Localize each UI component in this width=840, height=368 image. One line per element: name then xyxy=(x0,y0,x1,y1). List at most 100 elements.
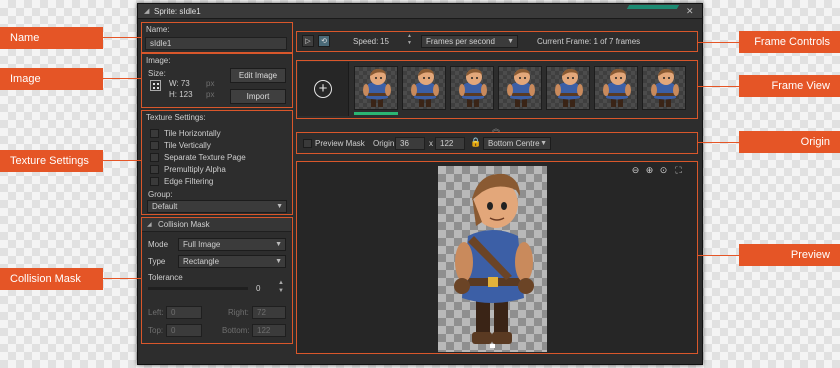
name-section: Name: sIdle1 xyxy=(141,22,293,53)
chevron-down-icon: ▼ xyxy=(507,38,514,45)
close-icon[interactable]: ✕ xyxy=(686,6,694,17)
frame-sprite xyxy=(507,68,535,107)
chevron-down-icon: ▼ xyxy=(276,203,283,210)
premultiply-alpha-checkbox[interactable] xyxy=(150,165,159,174)
type-dropdown[interactable]: Rectangle ▼ xyxy=(178,255,286,268)
origin-preset-dropdown[interactable]: Bottom Centre ▼ xyxy=(483,137,551,150)
tolerance-slider[interactable] xyxy=(148,287,248,290)
frame-thumbnail[interactable] xyxy=(498,66,542,110)
sprite-editor-window: ◢ Sprite: sIdle1 ✕ Name: sIdle1 Image: S… xyxy=(137,3,703,365)
top-input[interactable]: 0 xyxy=(166,324,202,337)
edge-filtering-checkbox[interactable] xyxy=(150,177,159,186)
callout-frame-view: Frame View xyxy=(739,75,840,97)
speed-label: Speed: xyxy=(353,37,379,46)
loop-button[interactable]: ⟲ xyxy=(318,35,330,47)
collision-mask-section: ◢ Collision Mask Mode Full Image ▼ Type … xyxy=(141,217,293,344)
play-icon: ▷ xyxy=(305,38,311,45)
bottom-label: Bottom: xyxy=(222,326,250,335)
origin-separator: x xyxy=(429,139,433,148)
texture-settings-section: Texture Settings: Tile Horizontally Tile… xyxy=(141,110,293,215)
collapse-arrow-icon[interactable]: ◢ xyxy=(147,221,152,228)
frame-sprite xyxy=(555,68,583,107)
chevron-down-icon: ▼ xyxy=(275,241,282,248)
type-label: Type xyxy=(148,257,166,266)
image-section: Image: Size: W: 73 px H: 123 px Edit Ima… xyxy=(141,53,293,108)
frame-sprite xyxy=(459,68,487,107)
character-sprite xyxy=(454,173,534,348)
frame-thumbnail[interactable] xyxy=(354,66,398,110)
image-label: Image: xyxy=(146,56,171,65)
preview-mask-label: Preview Mask xyxy=(315,139,365,148)
premultiply-alpha-label: Premultiply Alpha xyxy=(164,165,226,174)
leader-texture-settings xyxy=(103,160,141,161)
callout-origin: Origin xyxy=(739,131,840,153)
spinner-up-icon[interactable]: ▲ xyxy=(278,280,284,286)
edit-image-button[interactable]: Edit Image xyxy=(230,68,286,83)
collision-mask-title: Collision Mask xyxy=(158,220,210,229)
callout-collision-mask: Collision Mask xyxy=(0,268,103,290)
tile-vertically-label: Tile Vertically xyxy=(164,141,211,150)
zoom-in-icon[interactable]: ⊕ xyxy=(644,165,655,176)
speed-units-dropdown[interactable]: Frames per second ▼ xyxy=(421,35,518,48)
separate-texture-page-checkbox[interactable] xyxy=(150,153,159,162)
bottom-input[interactable]: 122 xyxy=(252,324,286,337)
edge-filtering-label: Edge Filtering xyxy=(164,177,214,186)
callout-name: Name xyxy=(0,27,103,49)
texture-settings-label: Texture Settings: xyxy=(146,113,206,122)
left-input[interactable]: 0 xyxy=(166,306,202,319)
play-button[interactable]: ▷ xyxy=(302,35,314,47)
speed-value[interactable]: 15 xyxy=(380,37,389,46)
frame-thumbnail[interactable] xyxy=(594,66,638,110)
speed-units-value: Frames per second xyxy=(426,37,495,46)
collapse-arrow-icon[interactable]: ◢ xyxy=(144,7,149,15)
right-input[interactable]: 72 xyxy=(252,306,286,319)
title-bar[interactable]: ◢ Sprite: sIdle1 ✕ xyxy=(138,4,702,19)
fit-screen-icon[interactable]: ⛶ xyxy=(673,165,684,176)
mode-dropdown[interactable]: Full Image ▼ xyxy=(178,238,286,251)
tolerance-value: 0 xyxy=(256,284,261,293)
frame-thumbnail[interactable] xyxy=(402,66,446,110)
leader-preview xyxy=(697,255,739,256)
origin-y-input[interactable]: 122 xyxy=(435,137,465,150)
preview-section: ⊖ ⊕ ⊙ ⛶ xyxy=(296,161,698,354)
collision-mask-header[interactable]: ◢ Collision Mask xyxy=(142,218,291,232)
import-button[interactable]: Import xyxy=(230,89,286,104)
group-dropdown[interactable]: Default ▼ xyxy=(147,200,287,213)
resize-grid-icon[interactable] xyxy=(150,80,161,91)
window-title: Sprite: sIdle1 xyxy=(154,7,201,16)
mode-value: Full Image xyxy=(183,240,221,249)
leader-collision-mask xyxy=(103,278,141,279)
group-label: Group: xyxy=(148,190,173,199)
callout-preview: Preview xyxy=(739,244,840,266)
tile-vertically-checkbox[interactable] xyxy=(150,141,159,150)
frame-sprite xyxy=(363,68,391,107)
leader-image xyxy=(103,78,141,79)
frame-thumbnail[interactable] xyxy=(642,66,686,110)
zoom-out-icon[interactable]: ⊖ xyxy=(630,165,641,176)
spinner-down-icon[interactable]: ▼ xyxy=(407,40,412,46)
add-frame-button[interactable]: + xyxy=(298,62,349,116)
tile-horizontally-checkbox[interactable] xyxy=(150,129,159,138)
lock-icon[interactable]: 🔒 xyxy=(470,137,481,148)
add-frame-icon: + xyxy=(314,80,332,98)
frame-thumbnail[interactable] xyxy=(450,66,494,110)
sprite-canvas[interactable] xyxy=(438,166,547,352)
frame-sprite xyxy=(411,68,439,107)
origin-x-input[interactable]: 36 xyxy=(395,137,425,150)
right-label: Right: xyxy=(228,308,249,317)
name-label: Name: xyxy=(146,25,170,34)
callout-texture-settings: Texture Settings xyxy=(0,150,103,172)
leader-origin xyxy=(697,142,739,143)
spinner-up-icon[interactable]: ▲ xyxy=(407,33,412,39)
name-input[interactable]: sIdle1 xyxy=(145,37,287,50)
spinner-down-icon[interactable]: ▼ xyxy=(278,288,284,294)
preview-mask-checkbox[interactable] xyxy=(303,139,312,148)
frame-thumbnail[interactable] xyxy=(546,66,590,110)
zoom-reset-icon[interactable]: ⊙ xyxy=(658,165,669,176)
current-frame-label: Current Frame: 1 of 7 frames xyxy=(537,37,641,46)
type-value: Rectangle xyxy=(183,257,220,266)
image-height: H: 123 xyxy=(169,90,193,99)
frame-view-section: + xyxy=(296,60,698,119)
mode-label: Mode xyxy=(148,240,169,249)
height-unit: px xyxy=(206,90,215,99)
